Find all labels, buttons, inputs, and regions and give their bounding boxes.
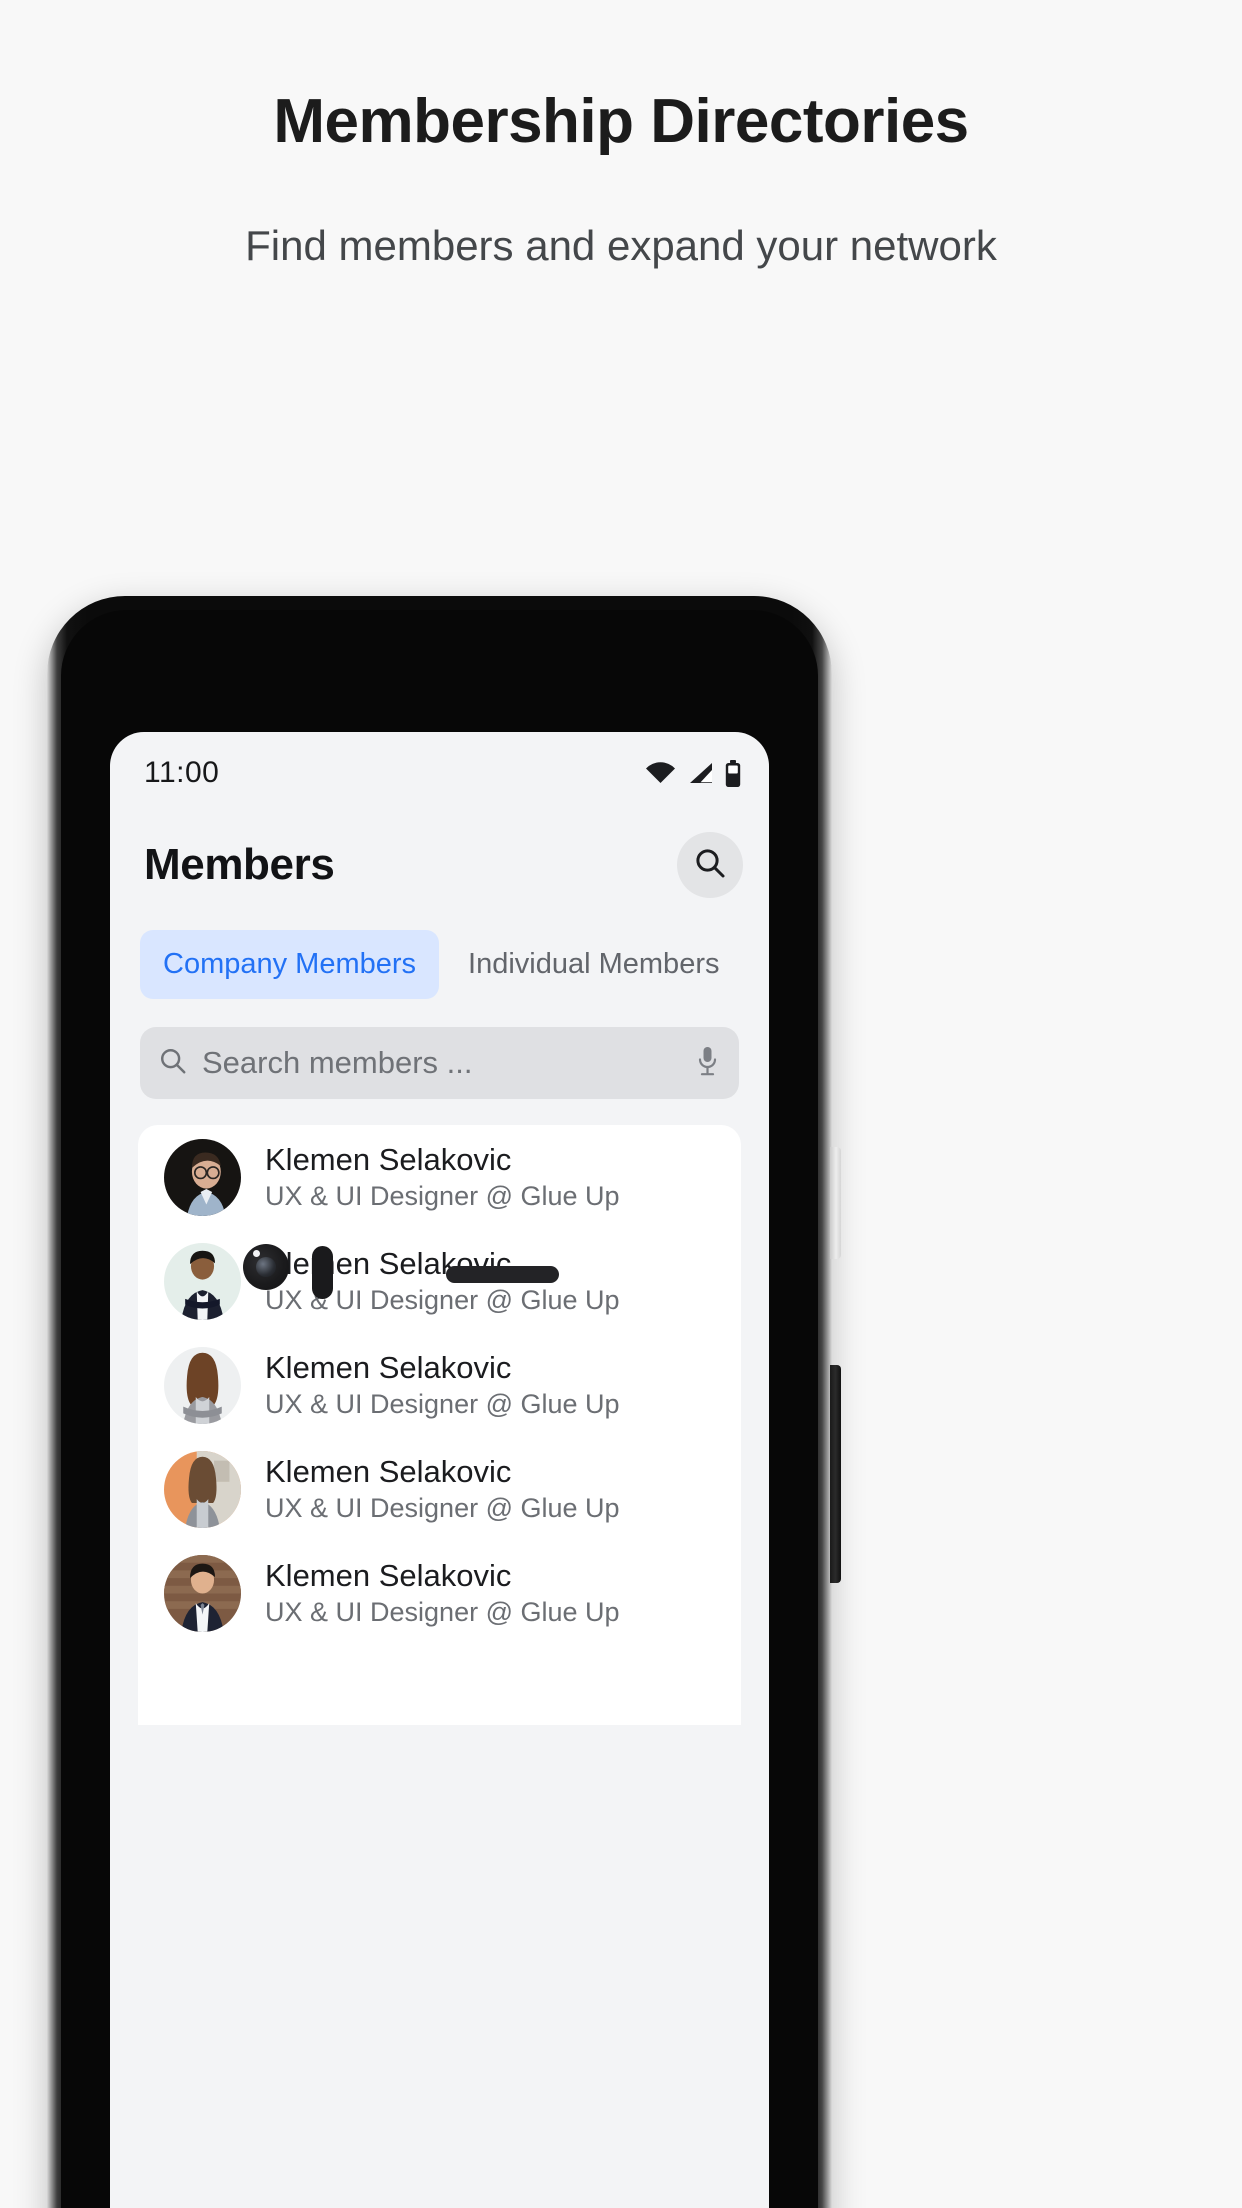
- page-subtitle: Find members and expand your network: [245, 222, 997, 270]
- list-item[interactable]: Klemen Selakovic UX & UI Designer @ Glue…: [138, 1437, 741, 1541]
- volume-rocker-button[interactable]: [830, 1365, 841, 1583]
- avatar: [164, 1138, 241, 1216]
- search-icon: [693, 846, 727, 885]
- search-members-field[interactable]: Search members ...: [140, 1027, 739, 1099]
- avatar: [164, 1554, 241, 1632]
- search-icon: [158, 1046, 188, 1081]
- list-item[interactable]: Klemen Selakovic UX & UI Designer @ Glue…: [138, 1333, 741, 1437]
- status-bar-time: 11:00: [144, 756, 220, 789]
- member-name: Klemen Selakovic: [265, 1453, 512, 1489]
- power-button[interactable]: [830, 1147, 841, 1259]
- list-item[interactable]: Klemen Selakovic UX & UI Designer @ Glue…: [138, 1125, 741, 1229]
- earpiece-speaker-icon: [446, 1266, 559, 1283]
- camera-highlight-icon: [253, 1250, 260, 1257]
- member-role: UX & UI Designer @ Glue Up: [265, 1492, 620, 1523]
- members-list: Klemen Selakovic UX & UI Designer @ Glue…: [138, 1125, 741, 1725]
- avatar: [164, 1450, 241, 1528]
- proximity-sensor-icon: [312, 1246, 333, 1299]
- member-info: Klemen Selakovic UX & UI Designer @ Glue…: [265, 1453, 620, 1524]
- battery-icon: [725, 759, 741, 787]
- member-role: UX & UI Designer @ Glue Up: [265, 1388, 620, 1419]
- status-bar-icons: [645, 759, 741, 787]
- app-title: Members: [144, 840, 335, 889]
- member-name: Klemen Selakovic: [265, 1349, 512, 1385]
- cellular-signal-icon: [687, 761, 714, 785]
- member-type-tabs: Company Members Individual Members: [110, 916, 769, 999]
- wifi-icon: [645, 761, 676, 785]
- app-header: Members: [110, 814, 769, 916]
- member-name: Klemen Selakovic: [265, 1141, 512, 1177]
- member-role: UX & UI Designer @ Glue Up: [265, 1596, 620, 1627]
- phone-screen: 11:00 Members Company Members Individual…: [110, 732, 769, 2208]
- avatar: [164, 1242, 241, 1320]
- member-name: Klemen Selakovic: [265, 1557, 512, 1593]
- front-camera-icon: [243, 1244, 289, 1290]
- promo-header: Membership Directories Find members and …: [0, 0, 1242, 272]
- avatar: [164, 1346, 241, 1424]
- tab-individual-members[interactable]: Individual Members: [445, 930, 742, 999]
- member-info: Klemen Selakovic UX & UI Designer @ Glue…: [265, 1557, 620, 1628]
- phone-body: 11:00 Members Company Members Individual…: [47, 596, 832, 2208]
- search-input[interactable]: Search members ...: [202, 1045, 682, 1081]
- tab-company-members[interactable]: Company Members: [140, 930, 440, 999]
- phone-mockup: 11:00 Members Company Members Individual…: [47, 596, 1242, 2208]
- member-info: Klemen Selakovic UX & UI Designer @ Glue…: [265, 1349, 620, 1420]
- status-bar: 11:00: [110, 732, 769, 814]
- member-info: Klemen Selakovic UX & UI Designer @ Glue…: [265, 1141, 620, 1212]
- member-role: UX & UI Designer @ Glue Up: [265, 1180, 620, 1211]
- list-item[interactable]: Klemen Selakovic UX & UI Designer @ Glue…: [138, 1229, 741, 1333]
- search-button[interactable]: [677, 832, 743, 898]
- list-item[interactable]: Klemen Selakovic UX & UI Designer @ Glue…: [138, 1541, 741, 1645]
- microphone-icon[interactable]: [696, 1045, 719, 1082]
- page-title: Membership Directories: [273, 87, 969, 156]
